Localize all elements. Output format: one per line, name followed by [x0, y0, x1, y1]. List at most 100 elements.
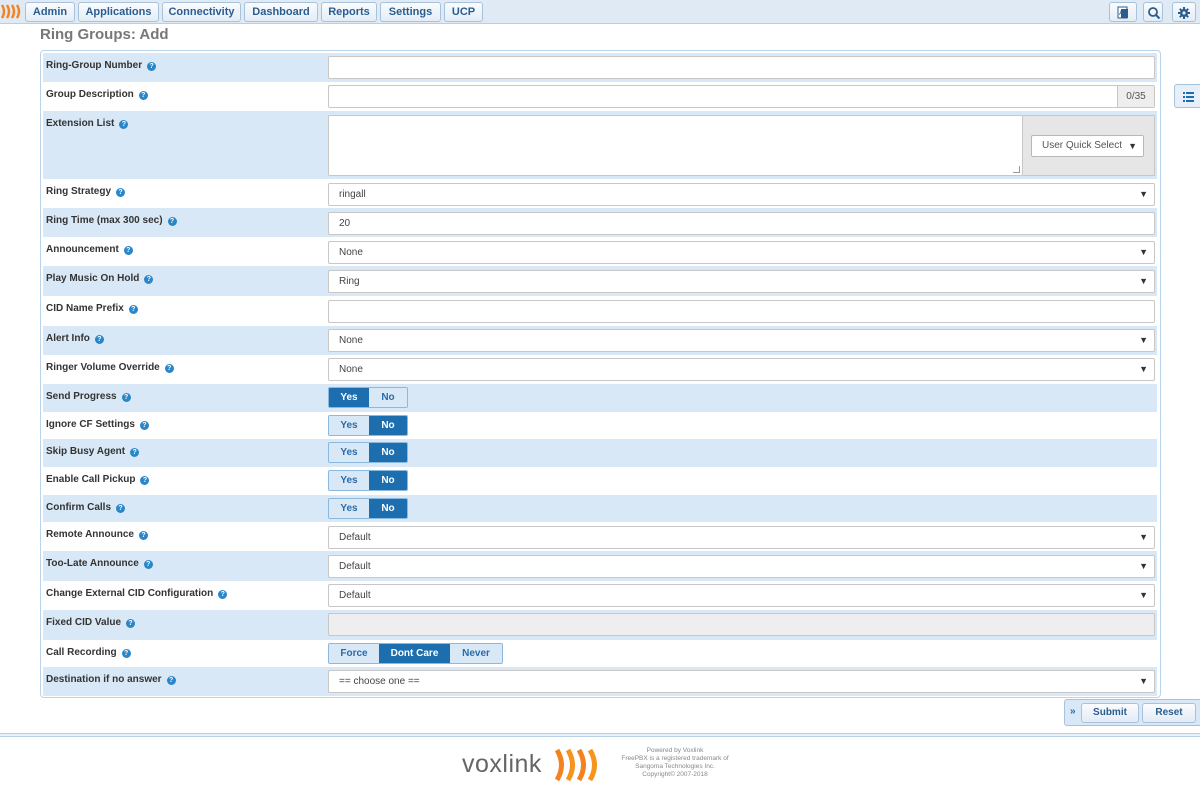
- help-icon[interactable]: ?: [164, 364, 174, 373]
- skip-busy-toggle: Yes No: [328, 442, 408, 463]
- music-on-hold-select[interactable]: Ring ▼: [328, 270, 1155, 293]
- row-label: Too-Late Announce?: [46, 558, 153, 569]
- row-label: Play Music On Hold?: [46, 273, 154, 284]
- no-option[interactable]: No: [369, 416, 407, 435]
- footer-brand: voxlink: [462, 750, 542, 778]
- help-icon[interactable]: ?: [121, 649, 131, 658]
- row-label: Group Description?: [46, 89, 148, 100]
- cid-name-prefix-input[interactable]: [328, 300, 1155, 323]
- force-option[interactable]: Force: [329, 644, 379, 663]
- submit-button[interactable]: Submit: [1081, 703, 1139, 723]
- chevron-down-icon: ▼: [1139, 676, 1148, 686]
- help-icon[interactable]: ?: [116, 504, 126, 513]
- nav-dashboard[interactable]: Dashboard: [244, 2, 318, 22]
- row-skip-busy: Skip Busy Agent? Yes No: [43, 439, 1157, 467]
- reset-button[interactable]: Reset: [1142, 703, 1196, 723]
- help-icon[interactable]: ?: [138, 531, 148, 540]
- never-option[interactable]: Never: [450, 644, 502, 663]
- row-label: Remote Announce?: [46, 529, 148, 540]
- ring-group-number-input[interactable]: [328, 56, 1155, 79]
- gear-icon: [1178, 7, 1190, 19]
- collapse-toggle[interactable]: »: [1070, 706, 1076, 717]
- no-option[interactable]: No: [369, 443, 407, 462]
- row-change-external-cid: Change External CID Configuration? Defau…: [43, 581, 1157, 610]
- ring-strategy-select[interactable]: ringall ▼: [328, 183, 1155, 206]
- chevron-down-icon: ▼: [1139, 532, 1148, 542]
- settings-button[interactable]: [1172, 2, 1196, 22]
- help-icon[interactable]: ?: [147, 62, 157, 71]
- yes-option[interactable]: Yes: [329, 471, 369, 490]
- row-label: Call Recording?: [46, 647, 131, 658]
- group-description-input[interactable]: 0/35: [328, 85, 1155, 108]
- external-cid-select[interactable]: Default ▼: [328, 584, 1155, 607]
- row-ring-strategy: Ring Strategy? ringall ▼: [43, 179, 1157, 208]
- row-destination: Destination if no answer? == choose one …: [43, 667, 1157, 696]
- language-button[interactable]: A: [1109, 2, 1137, 22]
- nav-reports[interactable]: Reports: [321, 2, 377, 22]
- help-icon[interactable]: ?: [128, 305, 138, 314]
- chevron-down-icon: ▼: [1139, 590, 1148, 600]
- remote-announce-select[interactable]: Default ▼: [328, 526, 1155, 549]
- side-list-tab[interactable]: [1174, 84, 1200, 108]
- help-icon[interactable]: ?: [94, 335, 104, 344]
- row-label: Destination if no answer?: [46, 674, 176, 685]
- help-icon[interactable]: ?: [116, 188, 126, 197]
- help-icon[interactable]: ?: [130, 448, 140, 457]
- row-group-description: Group Description? 0/35: [43, 82, 1157, 111]
- no-option[interactable]: No: [369, 388, 407, 407]
- help-icon[interactable]: ?: [167, 217, 177, 226]
- help-icon[interactable]: ?: [119, 120, 129, 129]
- chevron-down-icon: ▼: [1128, 141, 1137, 151]
- help-icon[interactable]: ?: [218, 590, 228, 599]
- chevron-down-icon: ▼: [1139, 335, 1148, 345]
- ring-time-input[interactable]: 20: [328, 212, 1155, 235]
- chevron-down-icon: ▼: [1139, 276, 1148, 286]
- help-icon[interactable]: ?: [126, 619, 136, 628]
- row-ignore-cf: Ignore CF Settings? Yes No: [43, 412, 1157, 439]
- ringer-volume-select[interactable]: None ▼: [328, 358, 1155, 381]
- help-icon[interactable]: ?: [139, 421, 149, 430]
- user-quick-select[interactable]: User Quick Select ▼: [1031, 135, 1144, 157]
- nav-connectivity[interactable]: Connectivity: [162, 2, 241, 22]
- nav-applications[interactable]: Applications: [78, 2, 159, 22]
- help-icon[interactable]: ?: [140, 476, 150, 485]
- row-remote-announce: Remote Announce? Default ▼: [43, 522, 1157, 551]
- alert-info-select[interactable]: None ▼: [328, 329, 1155, 352]
- row-extension-list: Extension List? User Quick Select ▼: [43, 111, 1157, 179]
- footer-divider: [0, 733, 1200, 737]
- help-icon[interactable]: ?: [144, 275, 154, 284]
- send-progress-toggle: Yes No: [328, 387, 408, 408]
- quick-select-panel: User Quick Select ▼: [1023, 115, 1155, 176]
- row-label: Ringer Volume Override?: [46, 362, 174, 373]
- chevron-down-icon: ▼: [1139, 189, 1148, 199]
- help-icon[interactable]: ?: [121, 393, 131, 402]
- help-icon[interactable]: ?: [123, 246, 133, 255]
- destination-select[interactable]: == choose one == ▼: [328, 670, 1155, 693]
- too-late-announce-select[interactable]: Default ▼: [328, 555, 1155, 578]
- yes-option[interactable]: Yes: [329, 388, 369, 407]
- confirm-calls-toggle: Yes No: [328, 498, 408, 519]
- yes-option[interactable]: Yes: [329, 499, 369, 518]
- nav-ucp[interactable]: UCP: [444, 2, 483, 22]
- announcement-select[interactable]: None ▼: [328, 241, 1155, 264]
- row-ring-time: Ring Time (max 300 sec)? 20: [43, 208, 1157, 237]
- dont-care-option[interactable]: Dont Care: [379, 644, 450, 663]
- row-label: Alert Info?: [46, 333, 104, 344]
- row-label: Ignore CF Settings?: [46, 419, 149, 430]
- help-icon[interactable]: ?: [166, 676, 176, 685]
- no-option[interactable]: No: [369, 499, 407, 518]
- extension-list-textarea[interactable]: [328, 115, 1023, 176]
- yes-option[interactable]: Yes: [329, 416, 369, 435]
- yes-option[interactable]: Yes: [329, 443, 369, 462]
- resize-grip[interactable]: [1013, 166, 1020, 173]
- no-option[interactable]: No: [369, 471, 407, 490]
- row-ring-group-number: Ring-Group Number?: [43, 53, 1157, 82]
- search-button[interactable]: [1143, 2, 1163, 22]
- help-icon[interactable]: ?: [138, 91, 148, 100]
- list-icon: [1183, 92, 1194, 102]
- help-icon[interactable]: ?: [143, 560, 153, 569]
- nav-admin[interactable]: Admin: [25, 2, 75, 22]
- voxlink-logo[interactable]: [1, 3, 21, 20]
- nav-settings[interactable]: Settings: [380, 2, 441, 22]
- row-label: Ring-Group Number?: [46, 60, 157, 71]
